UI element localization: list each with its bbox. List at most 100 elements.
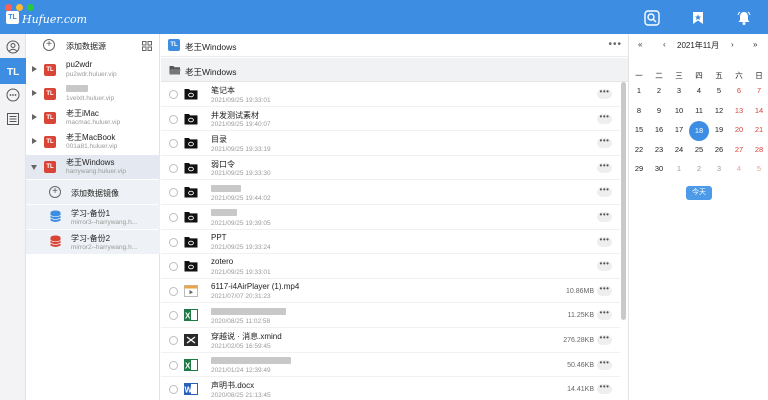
apps-icon[interactable]: TL	[0, 58, 26, 84]
row-more-button[interactable]: •••	[597, 334, 612, 345]
calendar-day[interactable]: 1	[669, 160, 689, 178]
calendar-day[interactable]: 15	[629, 121, 649, 139]
zoom-window-button[interactable]	[27, 4, 34, 11]
source-item[interactable]: TL pu2wdr pu2wdr.huluer.vip	[26, 58, 160, 82]
calendar-day[interactable]: 3	[669, 82, 689, 100]
source-item[interactable]: TL 1velxlt.huluer.vip	[26, 82, 160, 106]
calendar-day[interactable]: 19	[709, 121, 729, 139]
select-radio[interactable]	[169, 213, 178, 222]
file-row[interactable]: zotero 2021/09/25 19:33:01 •••	[161, 254, 620, 279]
calendar-day[interactable]: 5	[749, 160, 768, 178]
calendar-day[interactable]: 4	[689, 82, 709, 100]
select-radio[interactable]	[169, 139, 178, 149]
file-row[interactable]: PPT 2021/09/25 19:33:24 •••	[161, 230, 620, 255]
next-month-button[interactable]: ›	[731, 40, 734, 49]
row-more-button[interactable]: •••	[597, 137, 612, 149]
calendar-day[interactable]: 1	[629, 82, 649, 100]
close-window-button[interactable]	[5, 4, 12, 11]
file-row[interactable]: X 2021/01/24 12:39:49 50.46KB •••	[161, 353, 620, 378]
row-more-button[interactable]: •••	[597, 186, 612, 198]
minimize-window-button[interactable]	[16, 4, 23, 11]
user-icon[interactable]	[4, 38, 22, 56]
list-icon[interactable]	[4, 110, 22, 128]
calendar-day-today[interactable]: 18	[689, 121, 709, 141]
file-row[interactable]: X 2020/08/25 11:02:58 11.25KB •••	[161, 303, 620, 328]
add-data-source-button[interactable]: + 添加数据源	[26, 34, 160, 58]
expand-caret-icon[interactable]	[32, 66, 37, 72]
row-more-button[interactable]: •••	[597, 284, 612, 296]
calendar-day[interactable]: 26	[709, 141, 729, 159]
calendar-day[interactable]: 24	[669, 141, 689, 159]
calendar-day[interactable]: 7	[749, 82, 768, 100]
expand-caret-icon[interactable]	[32, 114, 37, 120]
calendar-day[interactable]: 13	[729, 102, 749, 120]
prev-year-button[interactable]: «	[638, 40, 642, 49]
expand-caret-icon[interactable]	[32, 90, 37, 96]
add-data-mirror-button[interactable]: + 添加数据镜像	[26, 180, 160, 204]
select-radio[interactable]	[169, 311, 178, 321]
calendar-day[interactable]: 12	[709, 102, 729, 120]
calendar-day[interactable]: 17	[669, 121, 689, 139]
calendar-day[interactable]: 4	[729, 160, 749, 178]
select-radio[interactable]	[169, 262, 178, 272]
calendar-day[interactable]: 10	[669, 102, 689, 120]
calendar-day[interactable]: 20	[729, 121, 749, 139]
calendar-day[interactable]: 6	[729, 82, 749, 100]
calendar-day[interactable]: 25	[689, 141, 709, 159]
calendar-day[interactable]: 28	[749, 141, 768, 159]
mirror-item[interactable]: 学习-备份2 mirror2--harrywang.h...	[26, 230, 160, 254]
calendar-day[interactable]: 2	[649, 82, 669, 100]
select-radio[interactable]	[169, 114, 178, 124]
select-radio[interactable]	[169, 286, 178, 296]
calendar-day[interactable]: 22	[629, 141, 649, 159]
row-more-button[interactable]: •••	[597, 112, 612, 124]
file-row[interactable]: W 声明书.docx 2020/08/25 21:13:45 14.41KB •••	[161, 377, 620, 400]
select-radio[interactable]	[169, 360, 178, 370]
calendar-day[interactable]: 16	[649, 121, 669, 139]
file-row[interactable]: 目录 2021/09/25 19:33:19 •••	[161, 131, 620, 156]
row-more-button[interactable]: •••	[597, 358, 612, 370]
calendar-day[interactable]: 11	[689, 102, 709, 120]
file-row[interactable]: 穿越说 · 消息.xmind 2021/02/05 16:59:45 276.28K…	[161, 328, 620, 353]
file-row[interactable]: 并发测试素材 2021/09/25 19:40:07 •••	[161, 107, 620, 132]
row-more-button[interactable]: •••	[597, 309, 612, 321]
prev-month-button[interactable]: ‹	[663, 40, 666, 49]
mirror-item[interactable]: 学习-备份1 mirror3--harrywang.h...	[26, 205, 160, 229]
calendar-day[interactable]: 8	[629, 102, 649, 120]
row-more-button[interactable]: •••	[597, 88, 612, 99]
today-button[interactable]: 今天	[686, 186, 712, 200]
select-radio[interactable]	[169, 385, 178, 395]
select-radio[interactable]	[169, 163, 178, 173]
file-row[interactable]: 2021/09/25 19:39:05 •••	[161, 205, 620, 230]
file-row[interactable]: 6117-i4AirPlayer (1).mp4 2021/07/07 20:31…	[161, 279, 620, 304]
row-more-button[interactable]: •••	[597, 235, 612, 247]
row-more-button[interactable]: •••	[597, 211, 612, 222]
calendar-day[interactable]: 29	[629, 160, 649, 178]
calendar-day[interactable]: 23	[649, 141, 669, 159]
calendar-day[interactable]: 9	[649, 102, 669, 120]
select-radio[interactable]	[169, 188, 178, 198]
source-item[interactable]: TL 老王MacBook 001a81.huluer.vip	[26, 130, 160, 154]
file-row[interactable]: 笔记本 2021/09/25 19:33:01 •••	[161, 82, 620, 107]
select-radio[interactable]	[169, 336, 178, 345]
expand-caret-icon[interactable]	[32, 138, 37, 144]
calendar-day[interactable]: 14	[749, 102, 768, 120]
source-item-selected[interactable]: TL 老王Windows harrywang.huluer.vip	[26, 155, 160, 179]
next-year-button[interactable]: »	[753, 40, 757, 49]
scrollbar[interactable]	[621, 82, 626, 320]
calendar-day[interactable]: 2	[689, 160, 709, 178]
search-icon[interactable]	[644, 10, 660, 26]
collapse-caret-icon[interactable]	[31, 165, 37, 170]
chat-icon[interactable]	[4, 86, 22, 104]
breadcrumb[interactable]: 老王Windows	[161, 58, 628, 82]
row-more-button[interactable]: •••	[597, 260, 612, 272]
calendar-day[interactable]: 21	[749, 121, 768, 139]
file-row[interactable]: 2021/09/25 19:44:02 •••	[161, 180, 620, 205]
row-more-button[interactable]: •••	[597, 383, 612, 395]
select-radio[interactable]	[169, 90, 178, 99]
more-options-icon[interactable]: •••	[608, 39, 622, 50]
select-radio[interactable]	[169, 237, 178, 247]
bell-icon[interactable]	[736, 10, 752, 26]
row-more-button[interactable]: •••	[597, 161, 612, 173]
grid-view-icon[interactable]	[142, 41, 152, 51]
